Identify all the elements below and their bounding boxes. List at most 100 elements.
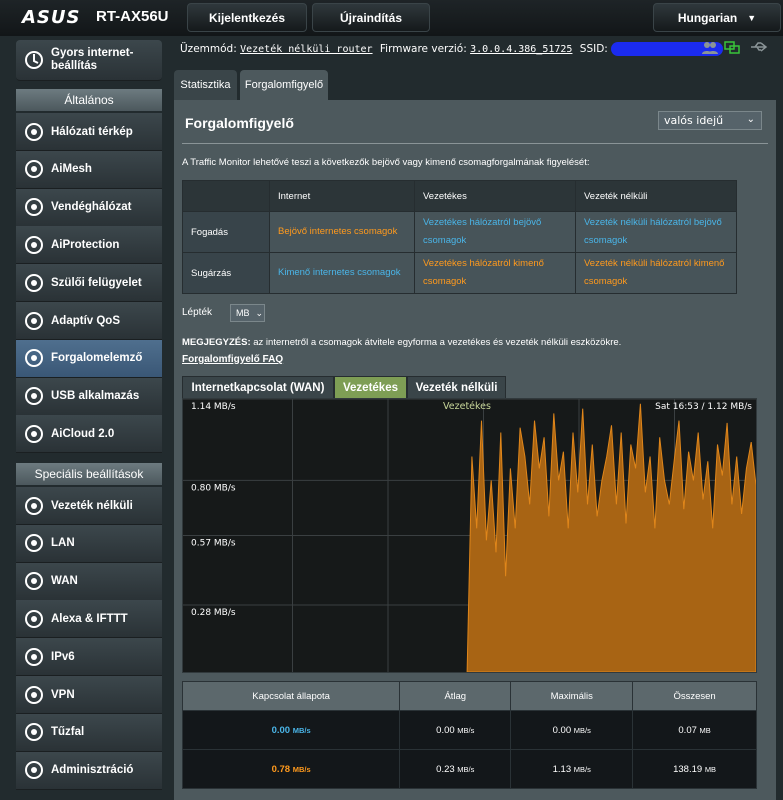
logout-button[interactable]: Kijelentkezés <box>187 3 307 32</box>
faq-link[interactable]: Forgalomfigyelő FAQ <box>182 354 283 365</box>
scale-label: Lépték <box>182 307 213 318</box>
sidebar-item[interactable]: VPN <box>16 676 162 714</box>
admin-icon <box>23 759 45 781</box>
sidebar-item[interactable]: Vezeték nélküli <box>16 487 162 525</box>
network-status-icon[interactable] <box>724 41 740 55</box>
sidebar-item[interactable]: Tűzfal <box>16 713 162 752</box>
parental-control-icon <box>23 272 45 294</box>
stats-cell-max: 0.00 MB/s <box>510 710 634 750</box>
sidebar-item-label: Vezeték nélküli <box>51 499 133 512</box>
stats-cell-status: 0.00 MB/s <box>181 710 401 750</box>
firewall-icon <box>23 721 45 743</box>
note: MEGJEGYZÉS: az internetről a csomagok át… <box>182 337 621 348</box>
description-text: A Traffic Monitor lehetővé teszi a követ… <box>182 157 590 168</box>
tab-statistics[interactable]: Statisztika <box>174 70 237 100</box>
sidebar-item-label: LAN <box>51 537 75 550</box>
sidebar-item[interactable]: Hálózati térkép <box>16 113 162 151</box>
stats-header: Kapcsolat állapota <box>181 681 401 711</box>
status-unit: MB/s <box>292 725 311 735</box>
traffic-analyzer-icon <box>23 347 45 369</box>
aiprotection-icon <box>23 234 45 256</box>
legend-cell: Vezetékes hálózatról kimenő csomagok <box>414 252 576 294</box>
sidebar-item[interactable]: Forgalomelemző <box>16 339 162 378</box>
tab-traffic-monitor[interactable]: Forgalomfigyelő <box>240 70 328 100</box>
total-value: 138.19 <box>673 763 703 775</box>
sidebar-item[interactable]: AiMesh <box>16 150 162 189</box>
chart-timestamp: Sat 16:53 / 1.12 MB/s <box>655 402 752 412</box>
legend-cell: Vezetékes hálózatról bejövő csomagok <box>414 211 576 253</box>
firmware-value-link[interactable]: 3.0.0.4.386_51725 <box>470 44 572 55</box>
clients-icon[interactable] <box>702 41 718 55</box>
ipv6-icon <box>23 646 45 668</box>
stats-header: Átlag <box>399 681 512 711</box>
legend-cell: Vezeték nélküli hálózatról kimenő csomag… <box>575 252 737 294</box>
usb-status-icon[interactable] <box>749 40 769 54</box>
subtab-wireless[interactable]: Vezeték nélküli <box>407 376 506 400</box>
chevron-down-icon: ⌄ <box>746 114 755 125</box>
sidebar-item[interactable]: Adminisztráció <box>16 751 162 790</box>
guest-network-icon <box>23 196 45 218</box>
router-model: RT-AX56U <box>96 8 169 25</box>
aicloud-icon <box>23 423 45 445</box>
legend-row-label: Sugárzás <box>182 252 270 294</box>
note-label: MEGJEGYZÉS: <box>182 337 251 348</box>
legend-header-wired: Vezetékes <box>414 180 576 212</box>
qos-icon <box>23 310 45 332</box>
max-unit: MB/s <box>573 764 591 774</box>
sidebar-item[interactable]: Szülői felügyelet <box>16 264 162 303</box>
legend-table: Internet Vezetékes Vezeték nélküli Fogad… <box>182 180 737 294</box>
total-value: 0.07 <box>678 724 697 736</box>
vpn-icon <box>23 684 45 706</box>
monitor-mode-value: valós idejű <box>664 114 724 127</box>
y-tick-label: 0.80 MB/s <box>191 483 236 493</box>
stats-header: Összesen <box>632 681 757 711</box>
legend-header-wireless: Vezeték nélküli <box>575 180 737 212</box>
top-bar: ASUS RT-AX56U Kijelentkezés Újraindítás … <box>0 0 783 36</box>
mode-value-link[interactable]: Vezeték nélküli router <box>240 44 372 55</box>
chart-title: Vezetékes <box>443 401 491 412</box>
avg-unit: MB/s <box>457 764 475 774</box>
alexa-icon <box>23 608 45 630</box>
stats-row-received: 0.00 MB/s 0.00 MB/s 0.00 MB/s 0.07 MB <box>181 710 757 750</box>
reboot-button[interactable]: Újraindítás <box>312 3 430 32</box>
sidebar-item[interactable]: USB alkalmazás <box>16 377 162 416</box>
page-title: Forgalomfigyelő <box>185 115 294 131</box>
sidebar-item-label: USB alkalmazás <box>51 390 140 403</box>
stats-table: Kapcsolat állapota Átlag Maximális Össze… <box>181 681 757 789</box>
network-map-icon <box>23 121 45 143</box>
status-line: Üzemmód: Vezeték nélküli router Firmware… <box>180 42 724 56</box>
sidebar-item[interactable]: WAN <box>16 562 162 601</box>
wan-icon <box>23 570 45 592</box>
stats-cell-total: 0.07 MB <box>632 710 757 750</box>
sidebar-item-label: VPN <box>51 688 75 701</box>
stats-header: Maximális <box>510 681 634 711</box>
subtab-wan[interactable]: Internetkapcsolat (WAN) <box>182 376 334 400</box>
wireless-icon <box>23 495 45 517</box>
stats-cell-max: 1.13 MB/s <box>510 749 634 789</box>
subtab-wired[interactable]: Vezetékes <box>334 376 407 400</box>
sidebar-item[interactable]: IPv6 <box>16 638 162 677</box>
sidebar-item[interactable]: LAN <box>16 524 162 563</box>
sidebar-item-label: WAN <box>51 575 78 588</box>
sidebar-item[interactable]: Adaptív QoS <box>16 302 162 340</box>
scale-select[interactable]: MB ⌄ <box>230 304 265 322</box>
advanced-section-header: Speciális beállítások <box>16 463 162 485</box>
sidebar-item[interactable]: Alexa & IFTTT <box>16 600 162 639</box>
scale-value: MB <box>236 308 250 318</box>
sidebar-item[interactable]: AiProtection <box>16 226 162 265</box>
status-value: 0.00 <box>271 724 291 736</box>
lan-icon <box>23 532 45 554</box>
y-tick-label: 0.28 MB/s <box>191 608 236 618</box>
quick-setup-icon <box>23 49 45 71</box>
sidebar-item[interactable]: Vendéghálózat <box>16 188 162 227</box>
avg-value: 0.00 <box>436 724 455 736</box>
sidebar-item-label: Szülői felügyelet <box>51 276 142 289</box>
language-select[interactable]: Hungarian ▼ <box>653 3 781 32</box>
max-value: 1.13 <box>552 763 572 775</box>
avg-value: 0.23 <box>436 763 455 775</box>
sidebar-item[interactable]: AiCloud 2.0 <box>16 415 162 454</box>
legend-header-internet: Internet <box>269 180 415 212</box>
max-value: 0.00 <box>552 724 572 736</box>
quick-setup-button[interactable]: Gyors internet-beállítás <box>16 40 162 81</box>
monitor-mode-select[interactable]: valós idejű ⌄ <box>658 111 762 130</box>
